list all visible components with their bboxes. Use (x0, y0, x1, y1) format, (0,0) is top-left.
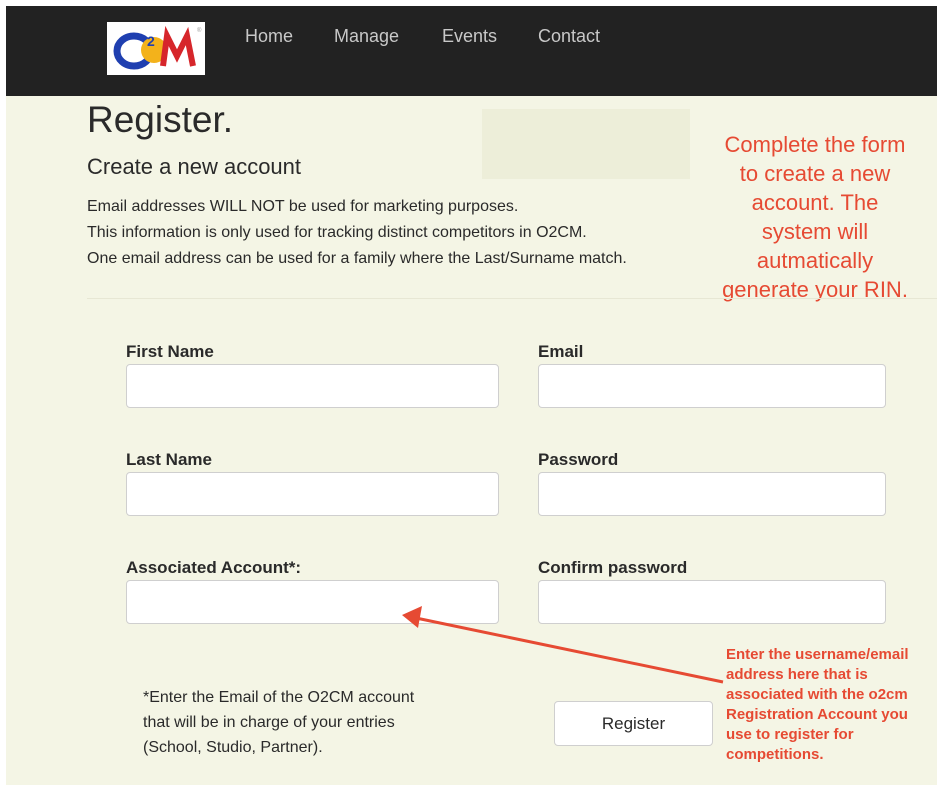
annotation-line: account. The (751, 190, 879, 215)
password-input[interactable] (538, 472, 886, 516)
password-label: Password (538, 450, 619, 469)
annotation-line: system will (761, 219, 869, 244)
annotation-line: autmatically (756, 248, 874, 273)
email-label: Email (538, 342, 584, 361)
annotation-line: address here that is (726, 666, 868, 683)
register-button[interactable]: Register (554, 701, 713, 746)
nav-home[interactable]: Home (245, 26, 293, 47)
faded-placeholder-box (482, 109, 690, 179)
page-subtitle: Create a new account (87, 154, 302, 179)
email-input[interactable] (538, 364, 886, 408)
note-line: *Enter the Email of the O2CM account (143, 689, 415, 706)
confirm-password-input[interactable] (538, 580, 886, 624)
page-title: Register. (87, 99, 234, 140)
annotation-line: to create a new (739, 161, 891, 186)
nav-contact[interactable]: Contact (538, 26, 600, 47)
associated-account-note: *Enter the Email of the O2CM account tha… (143, 685, 483, 760)
svg-text:®: ® (197, 27, 202, 34)
associated-account-input[interactable] (126, 580, 499, 624)
annotation-complete-form: Complete the form to create a new accoun… (704, 130, 926, 304)
annotation-line: generate your RIN. (722, 277, 908, 302)
info-line-family: One email address can be used for a fami… (87, 250, 627, 267)
annotation-line: use to register for (726, 726, 854, 743)
annotation-line: associated with the o2cm (726, 686, 908, 703)
annotation-line: Enter the username/email (726, 646, 909, 663)
last-name-input[interactable] (126, 472, 499, 516)
note-line: that will be in charge of your entries (143, 714, 395, 731)
nav-events[interactable]: Events (442, 26, 497, 47)
annotation-line: Complete the form (724, 132, 906, 157)
info-line-marketing: Email addresses WILL NOT be used for mar… (87, 198, 519, 215)
nav-manage[interactable]: Manage (334, 26, 399, 47)
divider (87, 298, 937, 299)
first-name-input[interactable] (126, 364, 499, 408)
note-line: (School, Studio, Partner). (143, 739, 323, 756)
annotation-line: competitions. (726, 746, 824, 763)
info-line-tracking: This information is only used for tracki… (87, 224, 587, 241)
page: 2 ® Home Manage Events Contact Register.… (6, 6, 937, 785)
confirm-password-label: Confirm password (538, 558, 688, 577)
first-name-label: First Name (126, 342, 214, 361)
o2cm-logo-mark: 2 ® (113, 25, 202, 70)
svg-text:2: 2 (147, 33, 155, 49)
o2cm-logo[interactable]: 2 ® (107, 22, 205, 75)
annotation-associated-account: Enter the username/email address here th… (726, 645, 936, 765)
annotation-line: Registration Account you (726, 706, 908, 723)
last-name-label: Last Name (126, 450, 212, 469)
associated-account-label: Associated Account*: (126, 558, 302, 577)
navbar: 2 ® Home Manage Events Contact (6, 6, 937, 96)
